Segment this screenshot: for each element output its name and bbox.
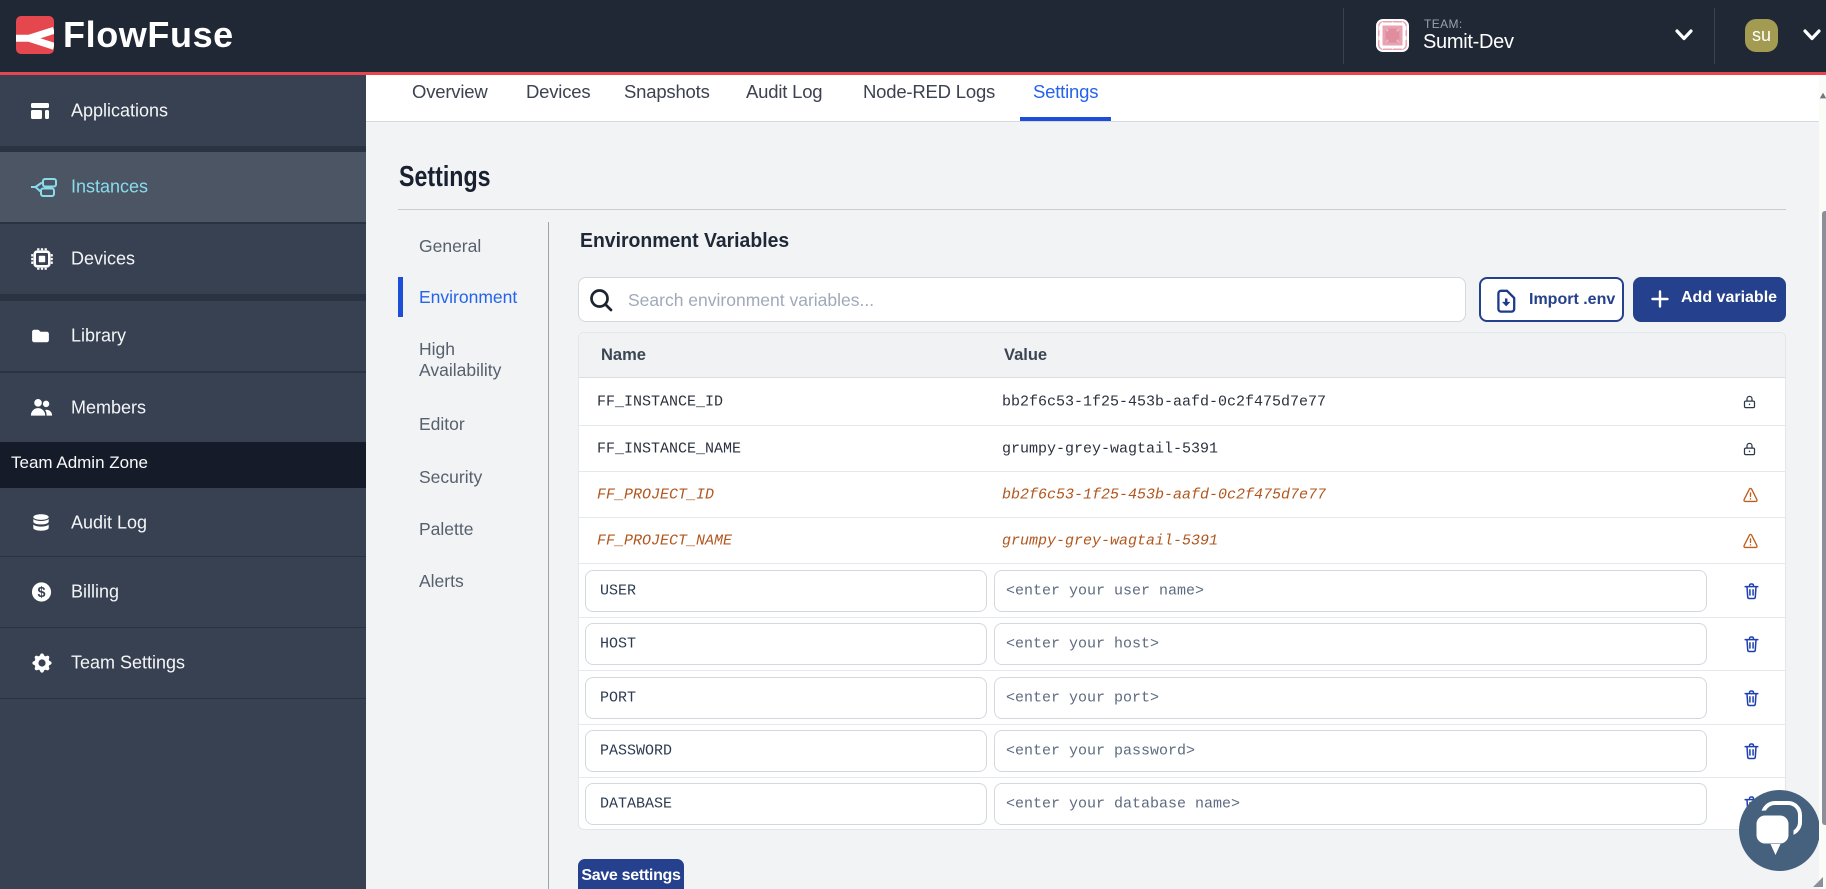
svg-text:$: $ (38, 585, 46, 601)
